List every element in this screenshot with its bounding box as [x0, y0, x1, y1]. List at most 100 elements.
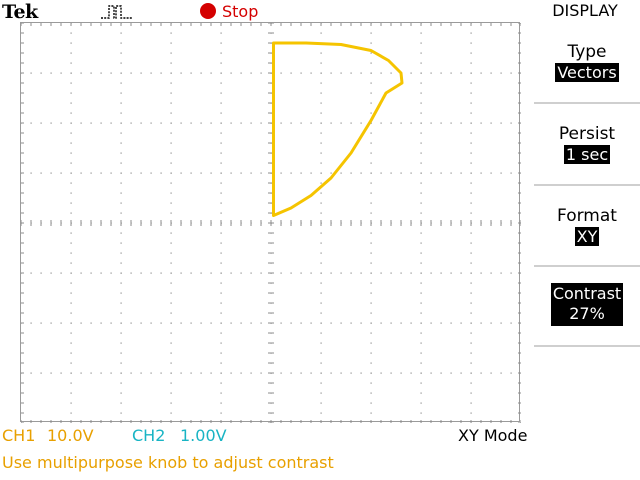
- grid-dot: [120, 252, 122, 254]
- grid-dot: [220, 42, 222, 44]
- grid-dot: [420, 202, 422, 204]
- grid-dot: [420, 72, 422, 74]
- grid-dot: [260, 372, 262, 374]
- grid-dot: [220, 192, 222, 194]
- grid-dot: [230, 72, 232, 74]
- grid-dot: [70, 352, 72, 354]
- grid-dot: [390, 272, 392, 274]
- grid-dot: [200, 172, 202, 174]
- ch2-label: CH2: [132, 426, 166, 445]
- grid-dot: [470, 202, 472, 204]
- grid-dot: [350, 72, 352, 74]
- grid-dot: [420, 192, 422, 194]
- grid-dot: [240, 172, 242, 174]
- grid-dot: [120, 362, 122, 364]
- grid-dot: [510, 272, 512, 274]
- grid-dot: [170, 102, 172, 104]
- scope-display: [20, 22, 521, 423]
- grid-dot: [420, 232, 422, 234]
- grid-dot: [500, 372, 502, 374]
- grid-dot: [100, 72, 102, 74]
- grid-dot: [120, 172, 122, 174]
- grid-dot: [320, 142, 322, 144]
- grid-dot: [60, 122, 62, 124]
- grid-dot: [30, 372, 32, 374]
- menu-format[interactable]: Format XY: [534, 186, 640, 266]
- grid-dot: [420, 102, 422, 104]
- grid-dot: [70, 302, 72, 304]
- grid-dot: [80, 72, 82, 74]
- menu-format-value: XY: [574, 227, 600, 246]
- grid-dot: [120, 192, 122, 194]
- grid-dot: [30, 72, 32, 74]
- grid-dot: [120, 162, 122, 164]
- grid-dot: [170, 202, 172, 204]
- grid-dot: [320, 112, 322, 114]
- grid-dot: [220, 142, 222, 144]
- grid-dot: [30, 272, 32, 274]
- grid-dot: [190, 322, 192, 324]
- grid-dot: [120, 52, 122, 54]
- grid-dot: [160, 122, 162, 124]
- grid-dot: [470, 402, 472, 404]
- grid-dot: [370, 242, 372, 244]
- grid-dot: [90, 372, 92, 374]
- grid-dot: [510, 122, 512, 124]
- grid-dot: [280, 72, 282, 74]
- grid-dot: [420, 252, 422, 254]
- grid-dot: [70, 322, 72, 324]
- grid-dot: [470, 322, 472, 324]
- grid-dot: [470, 92, 472, 94]
- grid-dot: [390, 172, 392, 174]
- grid-dot: [170, 212, 172, 214]
- grid-dot: [470, 212, 472, 214]
- grid-dot: [60, 322, 62, 324]
- grid-dot: [120, 102, 122, 104]
- grid-dot: [320, 282, 322, 284]
- grid-dot: [220, 202, 222, 204]
- grid-dot: [220, 242, 222, 244]
- grid-dot: [220, 122, 222, 124]
- grid-dot: [350, 372, 352, 374]
- grid-dot: [400, 122, 402, 124]
- grid-dot: [70, 202, 72, 204]
- menu-persist[interactable]: Persist 1 sec: [534, 104, 640, 184]
- grid-dot: [170, 72, 172, 74]
- grid-dot: [160, 172, 162, 174]
- grid-dot: [300, 372, 302, 374]
- grid-dot: [220, 282, 222, 284]
- grid-dot: [420, 372, 422, 374]
- grid-dot: [360, 322, 362, 324]
- grid-dot: [70, 402, 72, 404]
- grid-dot: [370, 412, 372, 414]
- grid-dot: [120, 132, 122, 134]
- grid-dot: [170, 402, 172, 404]
- grid-dot: [420, 362, 422, 364]
- grid-dot: [260, 272, 262, 274]
- grid-dot: [470, 352, 472, 354]
- grid-dot: [100, 272, 102, 274]
- grid-dot: [70, 172, 72, 174]
- grid-dot: [370, 302, 372, 304]
- grid-dot: [250, 72, 252, 74]
- grid-dot: [320, 352, 322, 354]
- grid-dot: [280, 172, 282, 174]
- grid-dot: [120, 152, 122, 154]
- grid-dot: [210, 122, 212, 124]
- ch1-scale: 10.0V: [47, 426, 94, 445]
- grid-dot: [150, 122, 152, 124]
- grid-dot: [450, 122, 452, 124]
- menu-contrast-label: Contrast: [552, 284, 622, 303]
- grid-dot: [370, 392, 372, 394]
- menu-type[interactable]: Type Vectors: [534, 22, 640, 102]
- run-status-indicator: Stop: [200, 1, 258, 21]
- grid-dot: [170, 262, 172, 264]
- menu-contrast[interactable]: Contrast 27%: [534, 267, 640, 347]
- grid-dot: [110, 172, 112, 174]
- grid-dot: [420, 322, 422, 324]
- grid-dot: [120, 182, 122, 184]
- xy-mode-readout: XY Mode: [458, 426, 528, 445]
- grid-dot: [190, 172, 192, 174]
- grid-dot: [250, 172, 252, 174]
- grid-dot: [160, 72, 162, 74]
